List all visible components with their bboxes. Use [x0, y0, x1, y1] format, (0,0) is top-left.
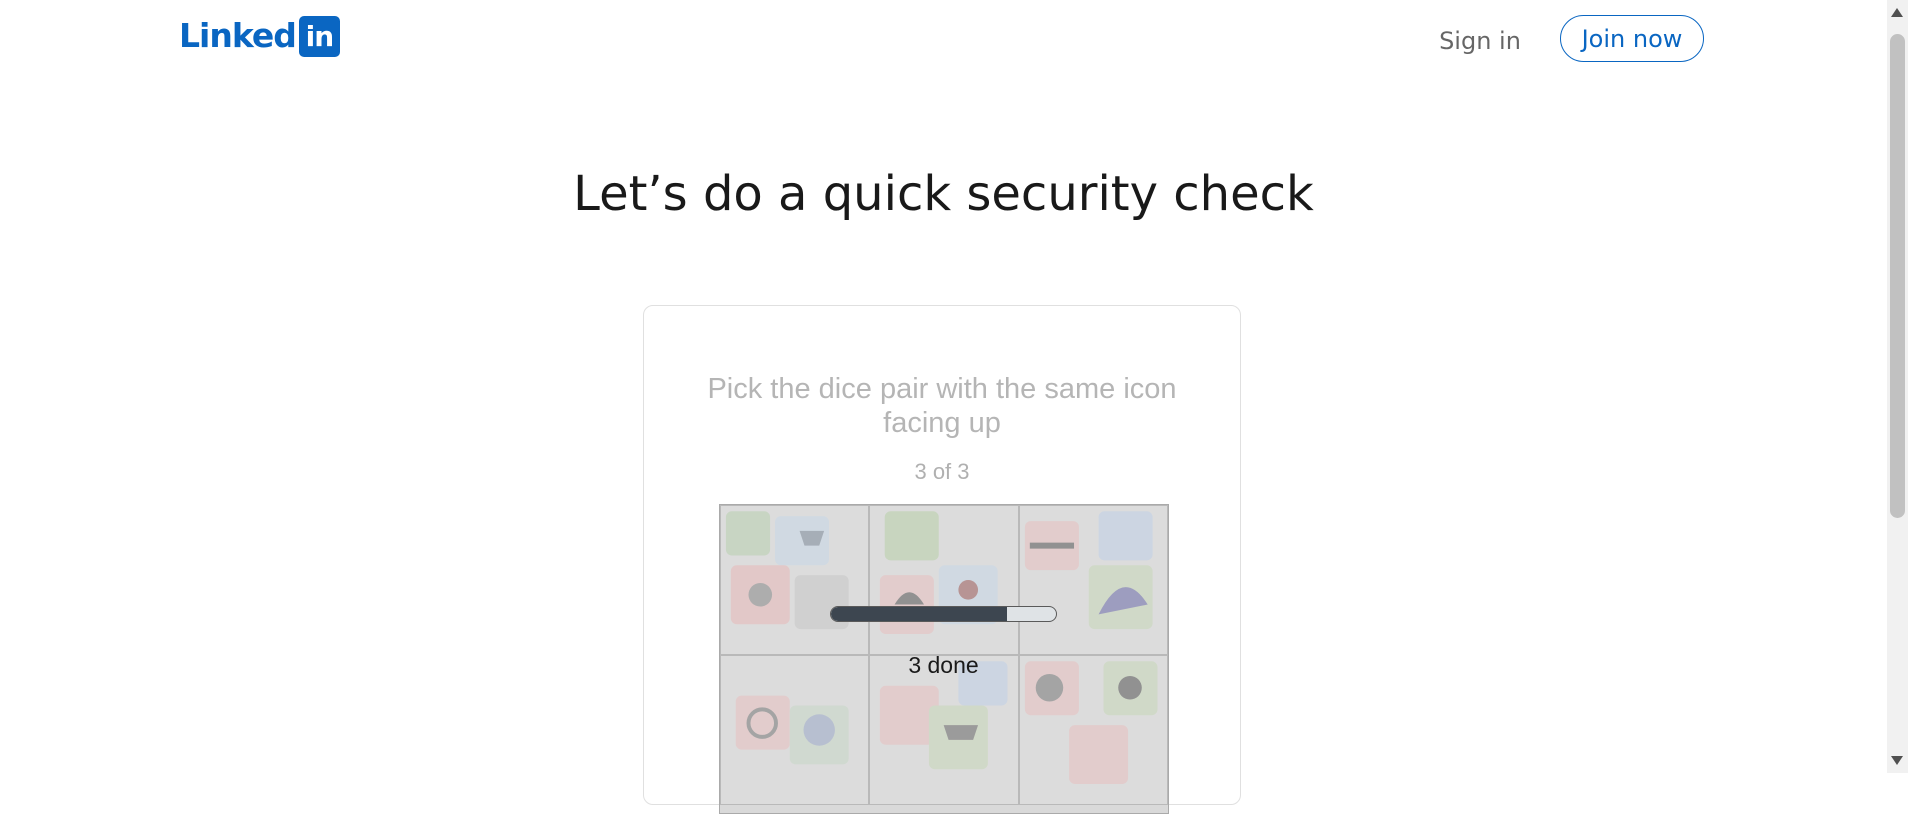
dice-tile[interactable]	[720, 505, 870, 655]
progress-label: 3 done	[908, 652, 979, 678]
page-title: Let’s do a quick security check	[573, 166, 1314, 222]
logo-in-box: in	[298, 15, 340, 57]
vertical-scrollbar[interactable]	[1887, 0, 1908, 773]
captcha-instruction: Pick the dice pair with the same icon fa…	[707, 373, 1177, 439]
dice-image	[1024, 511, 1153, 630]
dice-tile[interactable]	[1018, 505, 1168, 655]
dice-image	[880, 511, 999, 635]
scrollbar-thumb[interactable]	[1890, 34, 1905, 518]
sign-in-link[interactable]: Sign in	[1430, 15, 1530, 66]
linkedin-logo[interactable]: Linked in	[179, 15, 340, 57]
progress-bar	[830, 606, 1057, 622]
logo-wordmark: Linked	[179, 16, 297, 55]
scroll-down-arrow-icon[interactable]	[1891, 756, 1903, 765]
join-now-button[interactable]: Join now	[1560, 15, 1704, 62]
progress-fill	[831, 607, 1007, 621]
dice-image	[725, 511, 849, 630]
dice-tile[interactable]	[869, 505, 1019, 655]
scroll-up-arrow-icon[interactable]	[1891, 8, 1903, 17]
captcha-card: Pick the dice pair with the same icon fa…	[643, 305, 1241, 814]
captcha-counter: 3 of 3	[914, 459, 970, 484]
